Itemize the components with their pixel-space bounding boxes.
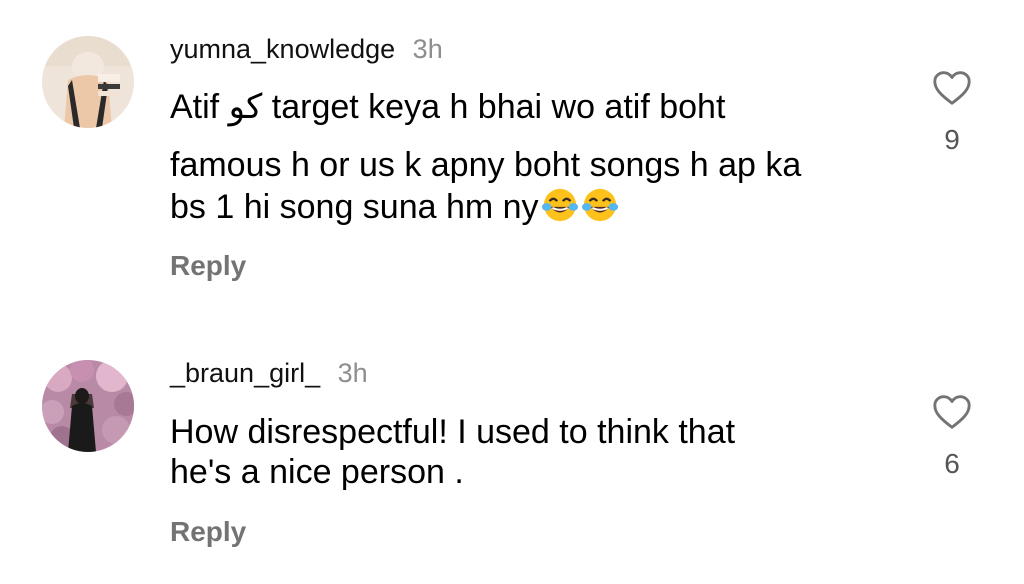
comment-line-with-emoji: bs 1 hi song suna hm ny	[170, 186, 900, 228]
reply-button[interactable]: Reply	[170, 516, 246, 548]
comment-item: _braun_girl_ 3h How disrespectful! I use…	[0, 340, 1024, 584]
heart-outline-icon	[933, 71, 971, 105]
avatar-image	[42, 360, 134, 452]
comment-item: yumna_knowledge 3h Atif کو target keya h…	[0, 0, 1024, 300]
timestamp: 3h	[412, 34, 443, 64]
face-with-tears-of-joy-emoji	[541, 188, 578, 222]
comment-line: How disrespectful! I used to think that	[170, 413, 736, 451]
avatar[interactable]	[42, 360, 134, 452]
reply-button[interactable]: Reply	[170, 250, 246, 282]
comment-text: Atif کو target keya h bhai wo atif boht …	[170, 86, 900, 228]
comment-line: bs 1 hi song suna hm ny	[170, 188, 539, 226]
avatar-image	[42, 36, 134, 128]
comment-line: he's a nice person .	[170, 453, 464, 491]
username[interactable]: _braun_girl_	[170, 358, 320, 388]
comment-line: famous h or us k apny boht songs h ap ka	[170, 146, 802, 184]
like-button[interactable]: 6	[930, 392, 974, 480]
like-button[interactable]: 9	[930, 68, 974, 156]
timestamp: 3h	[337, 358, 368, 388]
username[interactable]: yumna_knowledge	[170, 34, 395, 64]
comment-text: How disrespectful! I used to think that …	[170, 412, 900, 492]
comment-meta: yumna_knowledge 3h	[170, 34, 443, 65]
face-with-tears-of-joy-emoji	[581, 188, 618, 222]
comment-meta: _braun_girl_ 3h	[170, 358, 368, 389]
like-count: 9	[944, 124, 960, 155]
like-count: 6	[944, 448, 960, 479]
comment-line: Atif کو target keya h bhai wo atif boht	[170, 88, 726, 126]
avatar[interactable]	[42, 36, 134, 128]
heart-outline-icon	[933, 395, 971, 429]
